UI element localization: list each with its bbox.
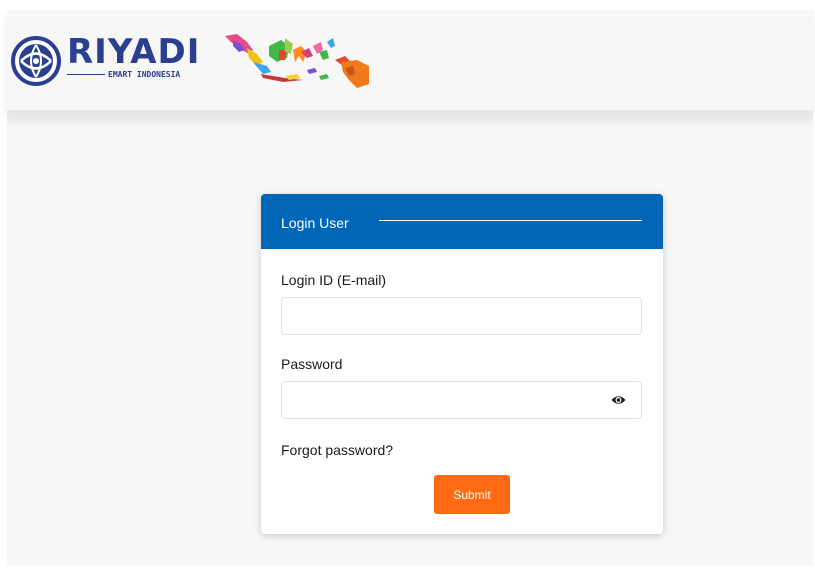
- login-title: Login User: [281, 215, 349, 231]
- brand-name: RIYADI: [67, 32, 201, 72]
- password-field[interactable]: [281, 381, 642, 419]
- login-card: Login User Login ID (E-mail) Password Fo…: [261, 194, 663, 534]
- email-input[interactable]: [282, 298, 602, 334]
- brand-subtitle-rule: [67, 74, 105, 75]
- login-card-header: Login User: [261, 194, 663, 249]
- email-field[interactable]: [281, 297, 642, 335]
- header-shadow: [7, 110, 813, 128]
- email-label: Login ID (E-mail): [281, 272, 387, 288]
- brand-subtitle: EMART INDONESIA: [67, 70, 189, 79]
- brand-subtitle-text: EMART INDONESIA: [108, 70, 181, 79]
- forgot-password-link[interactable]: Forgot password?: [281, 442, 393, 458]
- password-input[interactable]: [282, 382, 602, 418]
- submit-button[interactable]: Submit: [434, 475, 510, 514]
- top-header: RIYADI EMART INDONESIA: [7, 10, 813, 112]
- page: RIYADI EMART INDONESIA Login User Login …: [7, 10, 813, 566]
- indonesia-map-icon: [225, 34, 369, 88]
- password-label: Password: [281, 356, 343, 372]
- login-title-divider: [379, 220, 642, 221]
- eye-icon[interactable]: [611, 394, 626, 406]
- globe-emblem-icon: [11, 36, 61, 86]
